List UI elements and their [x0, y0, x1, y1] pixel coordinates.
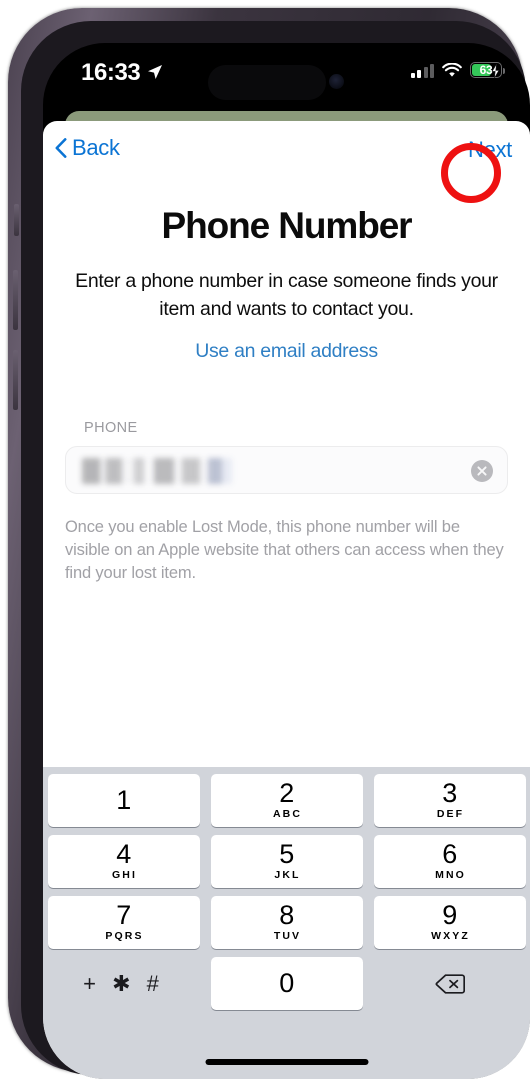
- key-digit: 0: [279, 968, 294, 998]
- key-symbols-label: + ✱ #: [83, 970, 164, 996]
- key-letters: ABC: [272, 808, 303, 820]
- key-5[interactable]: 5 JKL: [210, 835, 363, 888]
- status-bar-indicators: 63: [410, 62, 505, 79]
- volume-up-button[interactable]: [13, 270, 18, 330]
- key-7[interactable]: 7 PQRS: [47, 896, 200, 949]
- mute-switch[interactable]: [14, 204, 19, 236]
- key-digit: 2: [279, 778, 294, 808]
- keypad-row: 4 GHI 5 JKL 6 MNO: [43, 835, 530, 888]
- key-digit: 8: [279, 900, 294, 930]
- keypad-row: 1 2 ABC 3 DEF: [43, 774, 530, 827]
- key-letters: PQRS: [105, 930, 144, 942]
- phone-input-value-redacted: [82, 458, 232, 484]
- key-digit: 4: [116, 839, 131, 869]
- backspace-delete-icon: [435, 973, 465, 994]
- key-symbols[interactable]: + ✱ #: [48, 957, 200, 1010]
- key-digit: 7: [116, 900, 131, 930]
- key-letters: GHI: [112, 869, 137, 881]
- front-camera-icon: [329, 74, 344, 89]
- key-backspace[interactable]: [374, 957, 526, 1010]
- key-6[interactable]: 6 MNO: [373, 835, 526, 888]
- location-arrow-icon: [148, 65, 162, 79]
- key-8[interactable]: 8 TUV: [210, 896, 363, 949]
- key-letters: WXYZ: [431, 930, 470, 942]
- key-9[interactable]: 9 WXYZ: [373, 896, 526, 949]
- status-bar-time: 16:33: [81, 59, 141, 86]
- keypad-row: + ✱ # 0: [43, 957, 530, 1010]
- key-letters: DEF: [436, 808, 465, 820]
- phone-screen: 16:33 63 Back Next Phone Number Enter a …: [43, 43, 530, 1079]
- key-4[interactable]: 4 GHI: [47, 835, 200, 888]
- key-digit: 1: [116, 785, 131, 815]
- numeric-keypad: 1 2 ABC 3 DEF 4 GHI 5 JKL 6 MNO 7 PQRS 8…: [43, 767, 530, 1079]
- back-button[interactable]: Back: [55, 135, 120, 161]
- phone-field-label: PHONE: [84, 420, 138, 436]
- key-3[interactable]: 3 DEF: [373, 774, 526, 827]
- key-letters: MNO: [435, 869, 466, 881]
- cellular-signal-icon: [410, 63, 434, 78]
- key-digit: 3: [442, 778, 457, 808]
- lost-mode-footnote: Once you enable Lost Mode, this phone nu…: [65, 518, 504, 582]
- back-button-label: Back: [72, 135, 120, 160]
- key-digit: 6: [442, 839, 457, 869]
- phone-bezel: 16:33 63 Back Next Phone Number Enter a …: [21, 21, 530, 1079]
- key-0[interactable]: 0: [210, 957, 363, 1010]
- key-digit: 9: [442, 900, 457, 930]
- lost-mode-sheet: Back Next Phone Number Enter a phone num…: [43, 121, 530, 1079]
- key-2[interactable]: 2 ABC: [210, 774, 363, 827]
- phone-input-field[interactable]: [65, 446, 508, 494]
- clear-text-button[interactable]: [471, 460, 493, 482]
- phone-body: 16:33 63 Back Next Phone Number Enter a …: [8, 8, 530, 1079]
- status-bar: 16:33 63: [43, 43, 530, 121]
- key-letters: TUV: [273, 930, 302, 942]
- use-email-address-link[interactable]: Use an email address: [43, 340, 530, 363]
- wifi-icon: [442, 62, 462, 77]
- volume-down-button[interactable]: [13, 350, 18, 410]
- chevron-left-icon: [55, 138, 67, 158]
- page-subtitle: Enter a phone number in case someone fin…: [75, 270, 498, 320]
- page-title: Phone Number: [161, 205, 413, 246]
- key-1[interactable]: 1: [47, 774, 200, 827]
- next-button[interactable]: Next: [468, 137, 512, 163]
- dynamic-island: [208, 65, 326, 100]
- key-digit: 5: [279, 839, 294, 869]
- clear-circle-icon: [477, 466, 487, 476]
- screenshot-root: 16:33 63 Back Next Phone Number Enter a …: [0, 0, 531, 1080]
- navigation-bar: Back Next: [43, 121, 530, 203]
- keypad-row: 7 PQRS 8 TUV 9 WXYZ: [43, 896, 530, 949]
- keypad-rows: 1 2 ABC 3 DEF 4 GHI 5 JKL 6 MNO 7 PQRS 8…: [43, 767, 530, 1010]
- home-indicator-bar: [205, 1059, 368, 1065]
- charging-bolt-icon: [491, 63, 500, 79]
- battery-indicator: 63: [470, 62, 505, 79]
- key-letters: JKL: [274, 869, 301, 881]
